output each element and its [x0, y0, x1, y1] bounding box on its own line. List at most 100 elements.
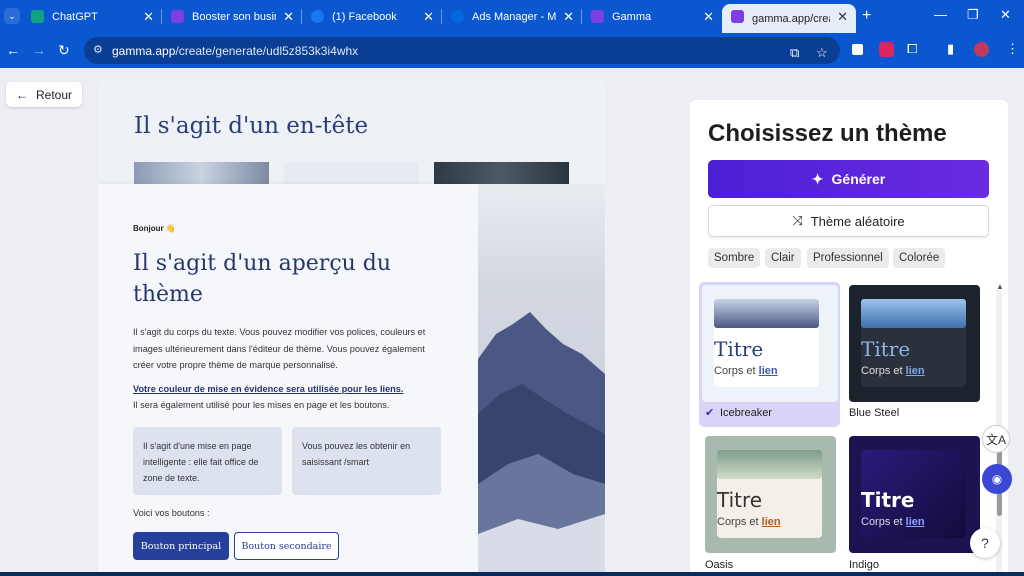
filter-chip-sombre[interactable]: Sombre [708, 248, 761, 268]
sparkle-icon: ✦ [811, 170, 824, 187]
back-label: Retour [36, 87, 73, 102]
extension-cursor-icon[interactable] [852, 44, 863, 55]
tab-title: Ads Manager - Mana [472, 10, 556, 23]
forward-arrow-icon[interactable]: → [32, 42, 46, 58]
theme-card-title: Titre [861, 488, 915, 512]
preview-card: Bonjour 👋 Il s'agit d'un aperçu du thème… [98, 184, 478, 576]
tab-gamma-create[interactable]: gamma.app/create/g ✕ [722, 4, 856, 33]
theme-card-body: Corps et lien [717, 516, 781, 528]
theme-card-title: Titre [714, 337, 764, 361]
help-button[interactable]: ? [970, 528, 1000, 558]
extension-red-icon[interactable] [879, 42, 894, 57]
close-icon[interactable]: ✕ [563, 9, 574, 25]
theme-card-image [717, 450, 822, 479]
secondary-button[interactable]: Bouton secondaire [234, 532, 339, 560]
tab-booster[interactable]: Booster son business ✕ [162, 4, 302, 29]
tab-title: gamma.app/create/g [752, 12, 830, 25]
install-app-icon[interactable]: ⧉ [790, 45, 799, 61]
preview-thumbnail [434, 162, 569, 186]
tab-search-icon[interactable]: ⌄ [4, 8, 20, 24]
theme-card-preview: Titre Corps et lien [849, 436, 980, 553]
theme-card-body: Corps et lien [861, 516, 925, 528]
theme-name: Oasis [705, 559, 734, 571]
smart-layout-box: Il s'agit d'une mise en page intelligent… [133, 427, 282, 495]
theme-card-title: Titre [717, 488, 763, 512]
preview-heading: Il s'agit d'un aperçu du thème [133, 251, 392, 307]
theme-card-preview: Titre Corps et lien [705, 436, 836, 553]
theme-card-preview: Titre Corps et lien [849, 285, 980, 402]
theme-option-icebreaker[interactable]: Titre Corps et lien ✔ Icebreaker [699, 282, 840, 427]
theme-card-body: Corps et lien [714, 365, 778, 377]
new-tab-icon[interactable]: + [862, 7, 871, 25]
generate-label: Générer [831, 171, 886, 187]
smart-layout-box: Vous pouvez les obtenir en saisissant /s… [292, 427, 441, 495]
translate-icon[interactable]: 文A [982, 425, 1010, 453]
close-icon[interactable]: ✕ [423, 9, 434, 25]
preview-thumbnail [134, 162, 269, 186]
taskbar-edge [0, 572, 1024, 576]
tab-chatgpt[interactable]: ChatGPT ✕ [22, 4, 162, 29]
profile-avatar[interactable] [974, 42, 989, 57]
preview-body-text-2: Il sera également utilisé pour les mises… [133, 400, 390, 410]
filter-chip-clair[interactable]: Clair [765, 248, 801, 268]
theme-name: Blue Steel [849, 407, 900, 419]
assistant-bot-icon[interactable]: ◉ [982, 464, 1012, 494]
buttons-label: Voici vos boutons : [133, 508, 210, 518]
generate-button[interactable]: ✦ Générer [708, 160, 989, 198]
minimize-icon[interactable]: — [934, 7, 947, 22]
theme-option-blue-steel[interactable]: Titre Corps et lien Blue Steel [849, 285, 980, 430]
greeting-text: Bonjour 👋 [133, 224, 176, 233]
filter-chip-coloree[interactable]: Colorée [893, 248, 946, 268]
restore-icon[interactable]: ❐ [967, 7, 979, 23]
preview-header-title: Il s'agit d'un en-tête [134, 113, 369, 139]
random-theme-button[interactable]: ⤨ Thème aléatoire [708, 205, 989, 237]
facebook-icon [311, 10, 324, 23]
tab-facebook[interactable]: (1) Facebook ✕ [302, 4, 442, 29]
page-content: ← Retour Il s'agit d'un en-tête Bonjour … [0, 68, 1024, 576]
site-info-icon[interactable]: ⚙ [93, 43, 103, 56]
back-button[interactable]: ← Retour [6, 82, 83, 107]
side-panel-icon[interactable]: ▮ [947, 41, 954, 57]
tab-title: ChatGPT [52, 10, 98, 23]
window-close-icon[interactable]: ✕ [1000, 7, 1011, 23]
gamma-icon [171, 10, 184, 23]
bookmark-star-icon[interactable]: ☆ [816, 45, 828, 61]
browser-tab-bar: ⌄ ChatGPT ✕ Booster son business ✕ (1) F… [0, 0, 1024, 33]
tab-gamma[interactable]: Gamma ✕ [582, 4, 722, 29]
arrow-left-icon: ← [16, 87, 28, 102]
extensions-puzzle-icon[interactable]: ⧠ [907, 41, 917, 57]
mountain-illustration [478, 312, 605, 576]
close-icon[interactable]: ✕ [703, 9, 714, 25]
tab-title: Booster son business [192, 10, 276, 23]
url-domain: gamma.app [112, 43, 176, 58]
address-toolbar: ← → ↻ ⚙ gamma.app/create/generate/udl5z8… [0, 33, 1024, 68]
preview-link[interactable]: Votre couleur de mise en évidence sera u… [133, 384, 403, 394]
preview-thumbnail [284, 162, 419, 186]
filter-chip-professionnel[interactable]: Professionnel [807, 248, 889, 268]
theme-option-oasis[interactable]: Titre Corps et lien Oasis [705, 436, 836, 576]
theme-option-indigo[interactable]: Titre Corps et lien Indigo [849, 436, 980, 576]
theme-card-image [714, 299, 819, 328]
theme-preview: Il s'agit d'un en-tête Bonjour 👋 Il s'ag… [98, 81, 606, 576]
theme-panel: Choisissez un thème ✦ Générer ⤨ Thème al… [690, 100, 1008, 576]
address-bar[interactable]: ⚙ gamma.app/create/generate/udl5z853k3i4… [84, 37, 840, 64]
tab-title: Gamma [612, 10, 652, 23]
reload-icon[interactable]: ↻ [58, 42, 70, 59]
url-path: /create/generate/udl5z853k3i4whx [175, 43, 359, 58]
back-arrow-icon[interactable]: ← [6, 42, 20, 58]
primary-button[interactable]: Bouton principal [133, 532, 229, 560]
chatgpt-icon [31, 10, 44, 23]
gamma-icon [591, 10, 604, 23]
tab-title: (1) Facebook [332, 10, 397, 23]
tab-ads-manager[interactable]: Ads Manager - Mana ✕ [442, 4, 582, 29]
theme-name: Indigo [849, 559, 879, 571]
close-icon[interactable]: ✕ [837, 9, 848, 25]
random-theme-label: Thème aléatoire [810, 213, 905, 229]
scroll-up-icon[interactable]: ▲ [996, 282, 1004, 291]
close-icon[interactable]: ✕ [283, 9, 294, 25]
shuffle-icon: ⤨ [792, 213, 803, 228]
mountain-image [478, 184, 605, 576]
close-icon[interactable]: ✕ [143, 9, 154, 25]
browser-menu-icon[interactable]: ⋮ [1006, 41, 1019, 57]
meta-icon [451, 10, 464, 23]
